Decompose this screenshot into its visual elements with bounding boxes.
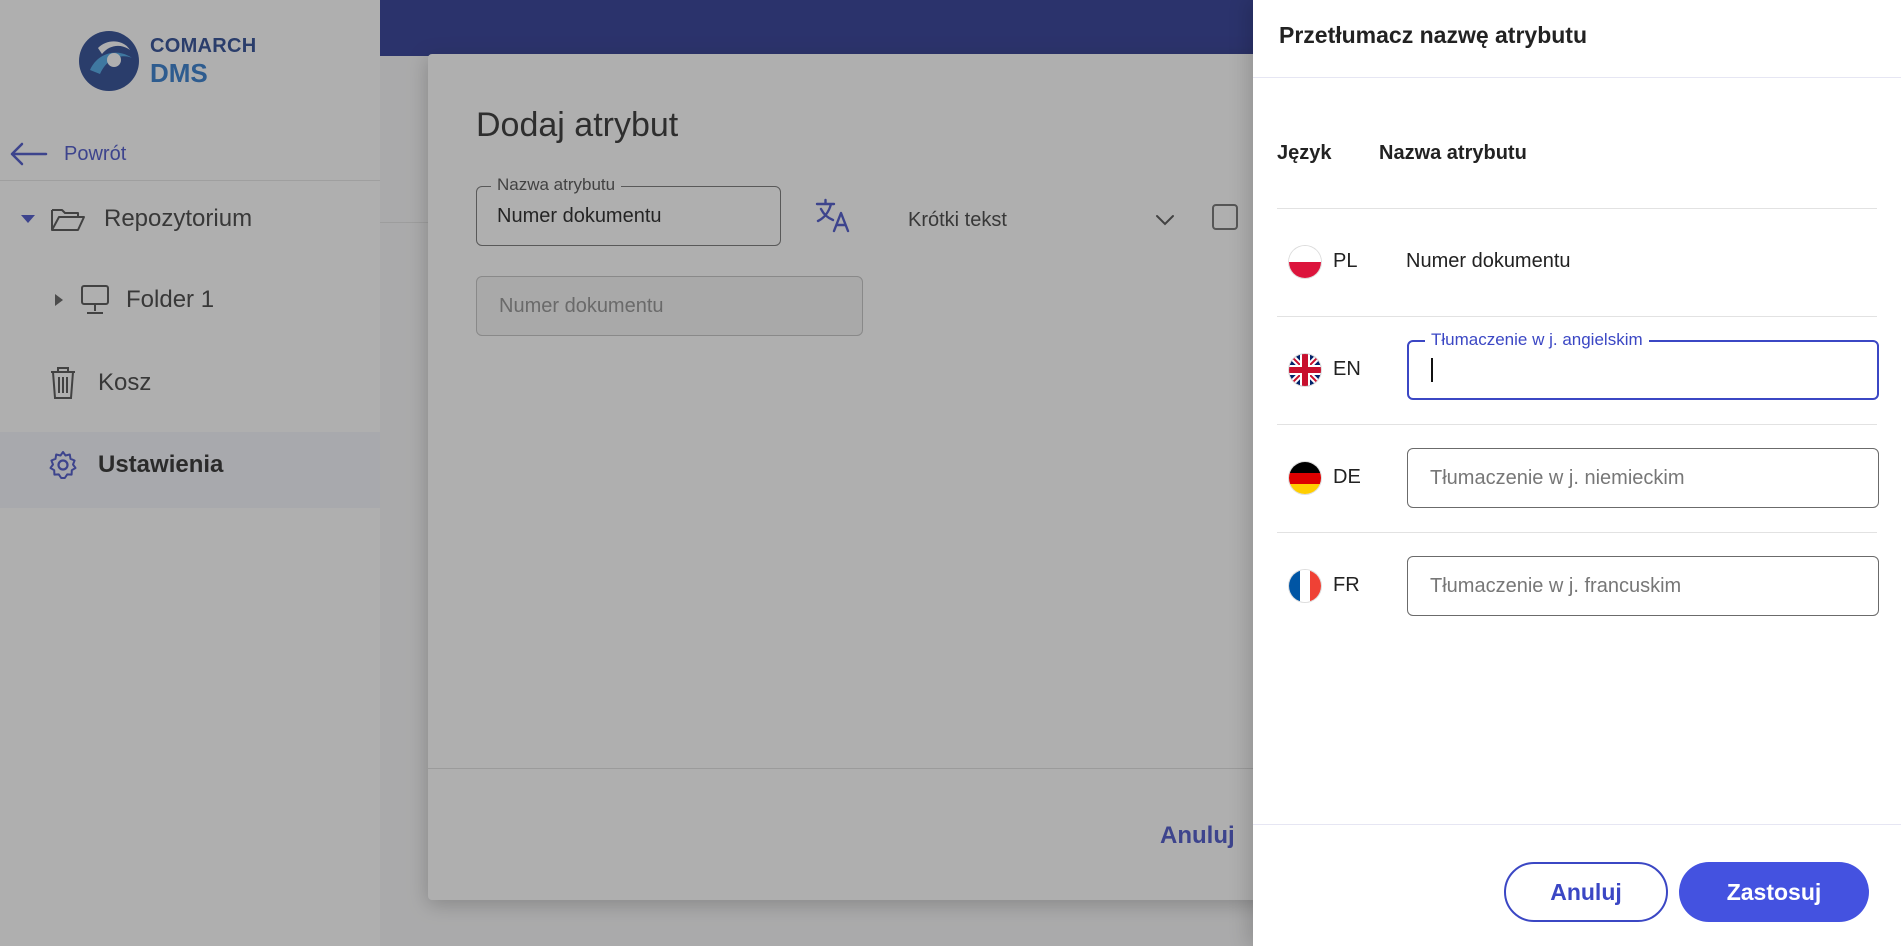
translation-pl-value: Numer dokumentu [1406,250,1571,272]
panel-title: Przetłumacz nazwę atrybutu [1279,22,1588,48]
translate-attribute-panel: Przetłumacz nazwę atrybutu Język Nazwa a… [1253,0,1901,946]
translation-fr-placeholder: Tłumaczenie w j. francuskim [1430,574,1682,597]
translation-de-input[interactable]: Tłumaczenie w j. niemieckim [1407,448,1879,508]
language-code-en: EN [1333,358,1361,380]
translation-en-input[interactable]: Tłumaczenie w j. angielskim [1407,330,1879,400]
translation-de-placeholder: Tłumaczenie w j. niemieckim [1430,466,1685,489]
modal-backdrop[interactable] [0,0,1253,946]
divider [1253,824,1901,825]
flag-pl-icon [1289,246,1321,278]
language-code-fr: FR [1333,574,1360,596]
flag-en-icon [1289,354,1321,386]
divider [1253,77,1901,78]
translation-fr-input[interactable]: Tłumaczenie w j. francuskim [1407,556,1879,616]
panel-cancel-button[interactable]: Anuluj [1504,862,1668,922]
language-code-de: DE [1333,466,1361,488]
column-header-attribute-name: Nazwa atrybutu [1379,142,1527,164]
text-caret [1431,358,1433,382]
translation-en-label: Tłumaczenie w j. angielskim [1425,330,1649,350]
divider [1277,208,1877,209]
column-header-language: Język [1277,142,1332,164]
apply-button[interactable]: Zastosuj [1679,862,1869,922]
divider [1277,532,1877,533]
divider [1277,424,1877,425]
divider [1277,316,1877,317]
language-code-pl: PL [1333,250,1358,272]
flag-de-icon [1289,462,1321,494]
flag-fr-icon [1289,570,1321,602]
